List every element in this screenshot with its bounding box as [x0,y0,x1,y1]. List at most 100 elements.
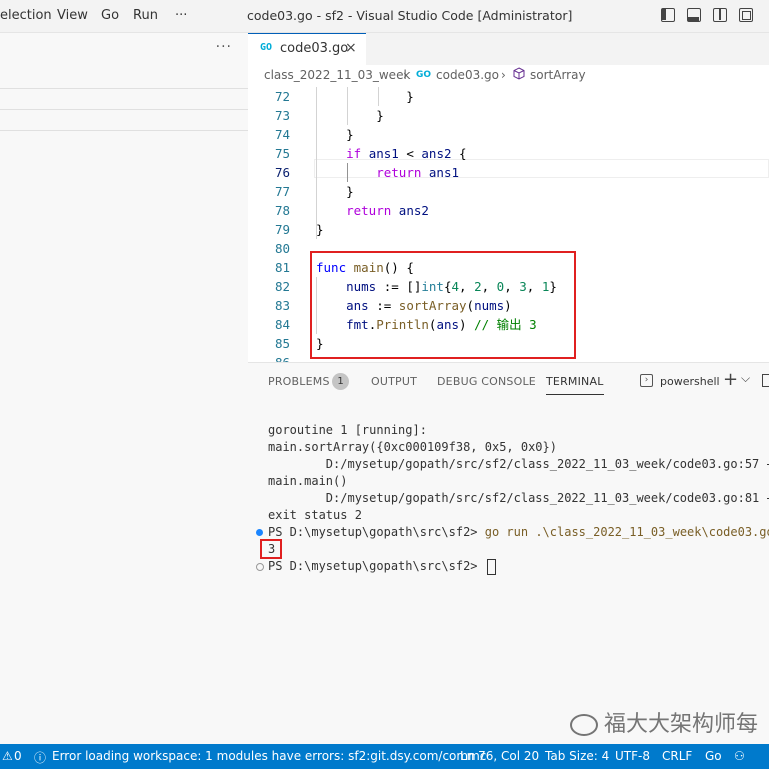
title-bar: election View Go Run ··· code03.go - sf2… [0,0,769,33]
sidebar: ··· [0,33,248,744]
menu-view[interactable]: View [57,8,88,23]
tab-code03[interactable]: GO code03.go × [248,33,366,65]
terminal-prompt-line: PS D:\mysetup\gopath\src\sf2> [268,558,496,575]
cube-symbol-icon [513,67,525,83]
panel-tabs: PROBLEMS 1 OUTPUT DEBUG CONSOLE TERMINAL… [248,363,769,401]
toggle-panel-icon[interactable] [687,8,701,22]
tab-problems[interactable]: PROBLEMS [268,375,330,388]
terminal-line: main.sortArray({0xc000109f38, 0x5, 0x0}) [268,440,557,454]
status-bar: ⚠ 0 ⓘ Error loading workspace: 1 modules… [0,744,769,769]
close-icon[interactable]: × [345,40,357,56]
terminal-command-line: PS D:\mysetup\gopath\src\sf2> go run .\c… [268,524,769,541]
code-text: return ans1 [376,165,460,180]
sidebar-divider [0,130,248,131]
problems-count-badge: 1 [332,373,349,390]
terminal-line: goroutine 1 [running]: [268,423,427,437]
go-file-icon: GO [260,42,273,53]
line-ending[interactable]: CRLF [662,749,692,763]
command-success-icon[interactable] [256,529,263,536]
terminal-command: go run .\class_2022_11_03_week\code03.go [484,525,769,539]
terminal-line: main.main() [268,474,348,488]
terminal-prompt: PS D:\mysetup\gopath\src\sf2> [268,559,485,573]
line-number: 81 [274,260,290,275]
code-line: 79} [248,220,769,239]
terminal-line: D:/mysetup/gopath/src/sf2/class_2022_11_… [268,457,769,471]
problems-count[interactable]: 0 [14,749,22,763]
code-line: 78 return ans2 [248,201,769,220]
language-mode[interactable]: Go [705,749,722,763]
code-text: } [316,127,354,142]
line-number: 77 [274,184,290,199]
line-number: 72 [274,89,290,104]
window-title: code03.go - sf2 - Visual Studio Code [Ad… [247,8,573,23]
menu-selection[interactable]: election [0,8,52,23]
code-line: 72 } [248,87,769,106]
line-number: 79 [274,222,290,237]
chevron-down-icon[interactable]: ⌵ [741,371,750,386]
line-number: 74 [274,127,290,142]
encoding[interactable]: UTF-8 [615,749,650,763]
go-file-icon: GO [416,70,432,80]
warning-icon[interactable]: ⚠ [2,749,13,763]
annotation-box-output [260,539,282,559]
annotation-box-main [310,251,576,359]
code-line: 77 } [248,182,769,201]
terminal[interactable]: goroutine 1 [running]: main.sortArray({0… [248,401,769,744]
command-pending-icon[interactable] [256,563,264,571]
code-line: 74 } [248,125,769,144]
code-line: 73 } [248,106,769,125]
code-text: } [316,184,354,199]
tab-output[interactable]: OUTPUT [371,375,417,388]
breadcrumb-file[interactable]: code03.go [436,68,499,82]
breadcrumb-folder[interactable]: class_2022_11_03_week [264,68,410,82]
breadcrumb-symbol[interactable]: sortArray [530,68,586,82]
terminal-shell-icon: › [640,374,653,387]
terminal-line: D:/mysetup/gopath/src/sf2/class_2022_11_… [268,491,769,505]
toggle-primary-sidebar-icon[interactable] [661,8,675,22]
customize-layout-icon[interactable] [739,8,753,22]
line-number: 73 [274,108,290,123]
code-text: } [316,222,324,237]
terminal-prompt: PS D:\mysetup\gopath\src\sf2> [268,525,485,539]
chevron-right-icon: › [403,68,408,82]
tab-label: code03.go [280,41,349,56]
line-number: 76 [274,165,290,180]
add-terminal-icon[interactable]: + [723,369,738,390]
split-terminal-icon[interactable] [762,374,769,387]
tab-size[interactable]: Tab Size: 4 [545,749,609,763]
breadcrumb: class_2022_11_03_week › GO code03.go › s… [248,65,769,87]
line-number: 83 [274,298,290,313]
watermark-text: 福大大架构师每 [604,712,759,737]
terminal-cursor [486,558,496,575]
sidebar-divider [0,88,248,89]
code-text: } [316,108,384,123]
menu-run[interactable]: Run [133,8,158,23]
line-number: 75 [274,146,290,161]
sidebar-divider [0,109,248,110]
cursor-position[interactable]: Ln 76, Col 20 [460,749,539,763]
line-number: 78 [274,203,290,218]
code-line: 75 if ans1 < ans2 { [248,144,769,163]
code-line-current: 76 return ans1 [248,163,769,182]
line-number: 86 [248,353,290,362]
tab-terminal[interactable]: TERMINAL [546,375,604,395]
tab-debug-console[interactable]: DEBUG CONSOLE [437,375,536,388]
watermark: 福大大架构师每 [570,706,758,738]
workspace-error-message[interactable]: Error loading workspace: 1 modules have … [52,749,486,763]
toggle-secondary-sidebar-icon[interactable] [713,8,727,22]
wechat-icon [570,714,598,736]
line-number: 85 [274,336,290,351]
menu-more[interactable]: ··· [175,8,187,23]
line-number: 80 [274,241,290,256]
code-text: if ans1 < ans2 { [346,146,467,161]
sidebar-more-button[interactable]: ··· [216,39,232,55]
broadcast-icon[interactable]: ⚇ [734,749,745,763]
terminal-line: exit status 2 [268,508,362,522]
code-text: } [316,89,414,104]
editor-tabs: GO code03.go × [248,33,769,65]
line-number: 82 [274,279,290,294]
menu-go[interactable]: Go [101,8,119,23]
shell-name[interactable]: powershell [660,375,720,388]
chevron-right-icon: › [501,68,506,82]
error-circle-icon[interactable]: ⓘ [34,749,46,766]
